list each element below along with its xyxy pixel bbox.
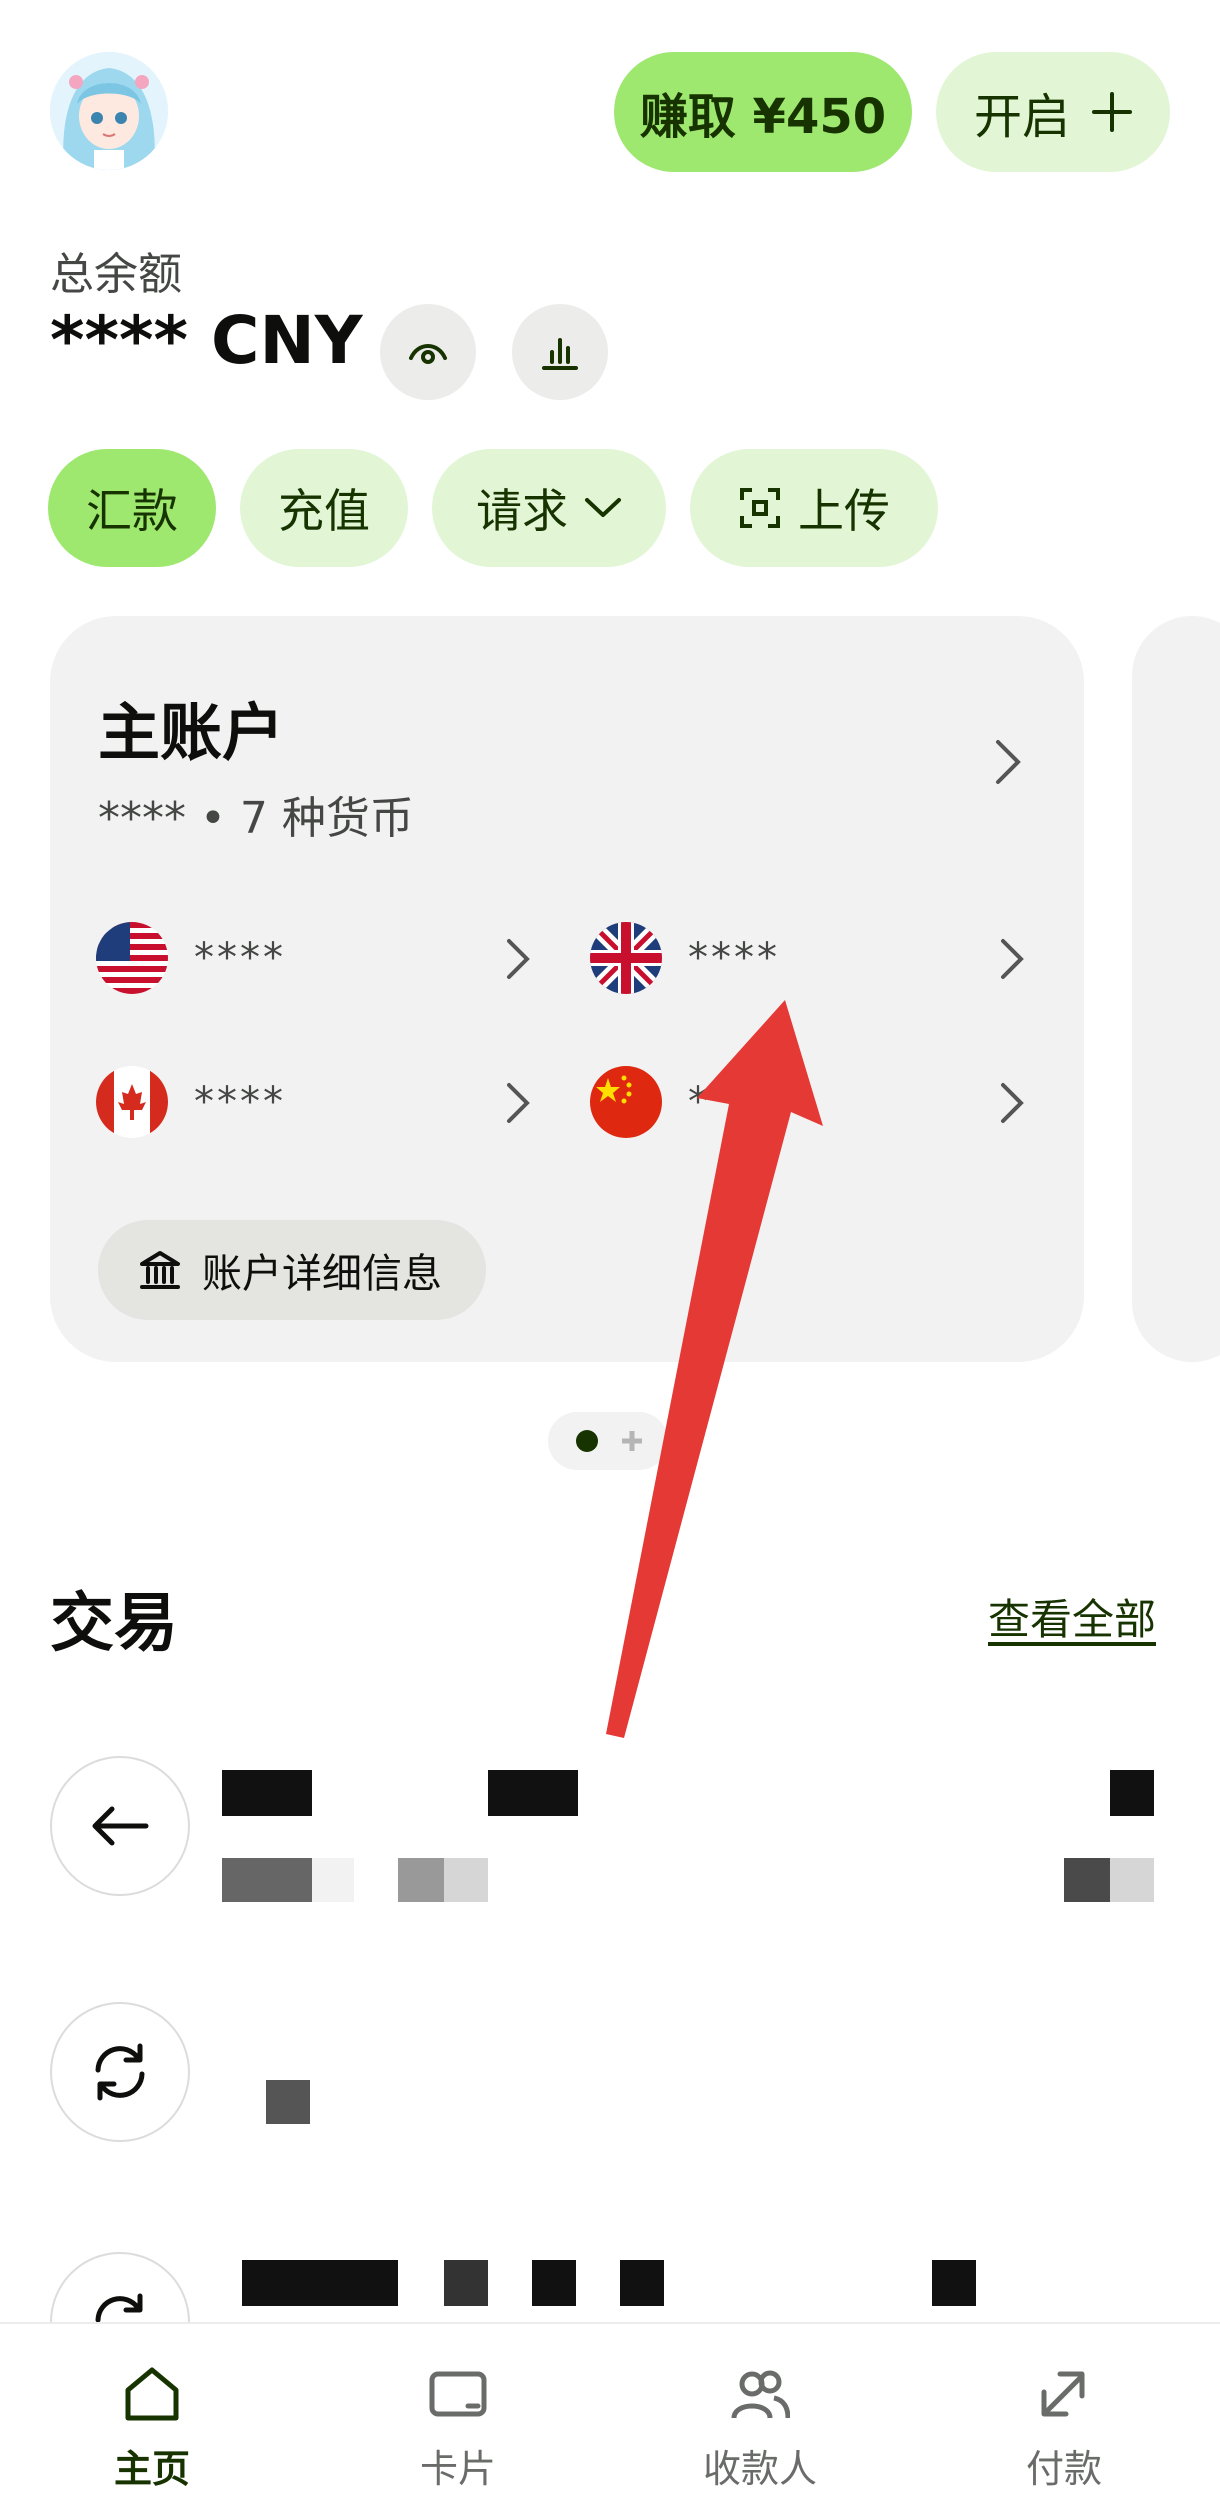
redacted-text bbox=[620, 2260, 664, 2306]
request-label: 请求 bbox=[476, 484, 568, 538]
chevron-right-icon bbox=[507, 939, 530, 979]
redacted-text bbox=[1110, 1770, 1154, 1816]
redacted-text bbox=[932, 2260, 976, 2306]
chevron-right-icon bbox=[996, 740, 1021, 784]
tab-payments[interactable]: 付款 bbox=[964, 2364, 1164, 2493]
us-flag-icon bbox=[96, 922, 168, 994]
redacted-text bbox=[532, 2260, 576, 2306]
eye-icon bbox=[409, 344, 447, 364]
arrow-left-icon bbox=[92, 1806, 149, 1846]
card-pager[interactable] bbox=[548, 1412, 668, 1470]
account-details-label: 账户详细信息 bbox=[202, 1251, 442, 1297]
redacted-text bbox=[444, 2260, 488, 2306]
transaction-icon[interactable] bbox=[50, 1756, 190, 1896]
transactions-title: 交易 bbox=[50, 1587, 178, 1661]
refresh-icon bbox=[95, 2043, 145, 2101]
open-label: 开启 bbox=[973, 89, 1070, 145]
avatar-image bbox=[50, 52, 168, 170]
redacted-text bbox=[222, 1770, 312, 1816]
account-subtitle: **** • 7 种货币 bbox=[98, 793, 414, 844]
upload-button[interactable]: 上传 bbox=[690, 449, 938, 567]
currency-amount: **** bbox=[194, 1079, 286, 1125]
transaction-icon[interactable] bbox=[50, 2002, 190, 2142]
recipients-icon bbox=[731, 2370, 790, 2419]
tab-cards-label: 卡片 bbox=[419, 2447, 496, 2491]
plus-icon bbox=[622, 1431, 642, 1451]
tab-cards[interactable]: 卡片 bbox=[358, 2364, 558, 2493]
account-title: 主账户 bbox=[98, 696, 285, 769]
bottom-tab-bar: 主页 卡片 收款人 付款 bbox=[0, 2322, 1220, 2513]
ca-flag-icon bbox=[96, 1066, 168, 1138]
scan-icon bbox=[740, 488, 780, 528]
redacted-text bbox=[488, 1770, 578, 1816]
currency-amount: **** bbox=[194, 935, 286, 981]
chevron-down-icon bbox=[585, 498, 621, 517]
chevron-right-icon bbox=[1001, 939, 1024, 979]
currency-row-usd[interactable]: **** bbox=[96, 918, 536, 998]
redacted-text bbox=[242, 2260, 398, 2306]
bank-icon bbox=[140, 1251, 180, 1289]
chevron-right-icon bbox=[507, 1083, 530, 1123]
toggle-visibility-button[interactable] bbox=[380, 304, 476, 400]
send-money-button[interactable]: 汇款 bbox=[48, 449, 216, 567]
tab-home-label: 主页 bbox=[113, 2447, 190, 2491]
payments-icon bbox=[1041, 2371, 1085, 2417]
home-icon bbox=[125, 2367, 179, 2421]
tab-payments-label: 付款 bbox=[1025, 2447, 1102, 2491]
redacted-text bbox=[444, 1858, 488, 1902]
currency-row-gbp[interactable]: **** bbox=[590, 918, 1030, 998]
bar-chart-icon bbox=[542, 338, 578, 370]
next-account-card[interactable] bbox=[1132, 616, 1220, 1362]
currency-amount: * bbox=[688, 1079, 711, 1125]
insights-button[interactable] bbox=[512, 304, 608, 400]
total-balance-value: **** CNY bbox=[50, 302, 363, 379]
redacted-text bbox=[1110, 1858, 1154, 1902]
pager-dot-active bbox=[576, 1430, 598, 1452]
currency-row-cad[interactable]: **** bbox=[96, 1062, 536, 1142]
uk-flag-icon bbox=[590, 922, 662, 994]
add-money-label: 充值 bbox=[278, 484, 370, 538]
tab-recipients-label: 收款人 bbox=[702, 2447, 817, 2491]
plus-icon bbox=[1092, 92, 1132, 132]
avatar[interactable] bbox=[50, 52, 168, 170]
redacted-text bbox=[312, 1858, 354, 1902]
redacted-text bbox=[266, 2080, 310, 2124]
chevron-right-icon bbox=[1001, 1083, 1024, 1123]
request-button[interactable]: 请求 bbox=[432, 449, 666, 567]
earn-reward-label: 赚取 ¥450 bbox=[639, 89, 887, 145]
tab-home[interactable]: 主页 bbox=[52, 2364, 252, 2493]
upload-label: 上传 bbox=[798, 484, 890, 538]
currency-amount: **** bbox=[688, 935, 780, 981]
account-details-button[interactable]: 账户详细信息 bbox=[98, 1220, 486, 1320]
earn-reward-button[interactable]: 赚取 ¥450 bbox=[614, 52, 912, 172]
card-icon bbox=[429, 2371, 487, 2417]
open-button[interactable]: 开启 bbox=[936, 52, 1170, 172]
redacted-text bbox=[398, 1858, 444, 1902]
tab-recipients[interactable]: 收款人 bbox=[660, 2364, 860, 2493]
cn-flag-icon bbox=[590, 1066, 662, 1138]
redacted-text bbox=[222, 1858, 312, 1902]
total-balance-label: 总余额 bbox=[50, 249, 182, 300]
main-account-card[interactable]: 主账户 **** • 7 种货币 **** **** **** * 账户详细信息 bbox=[50, 616, 1084, 1362]
redacted-text bbox=[1064, 1858, 1110, 1902]
send-money-label: 汇款 bbox=[86, 484, 178, 538]
add-money-button[interactable]: 充值 bbox=[240, 449, 408, 567]
currency-row-cny[interactable]: * bbox=[590, 1062, 1030, 1142]
see-all-link[interactable]: 查看全部 bbox=[988, 1586, 1156, 1647]
